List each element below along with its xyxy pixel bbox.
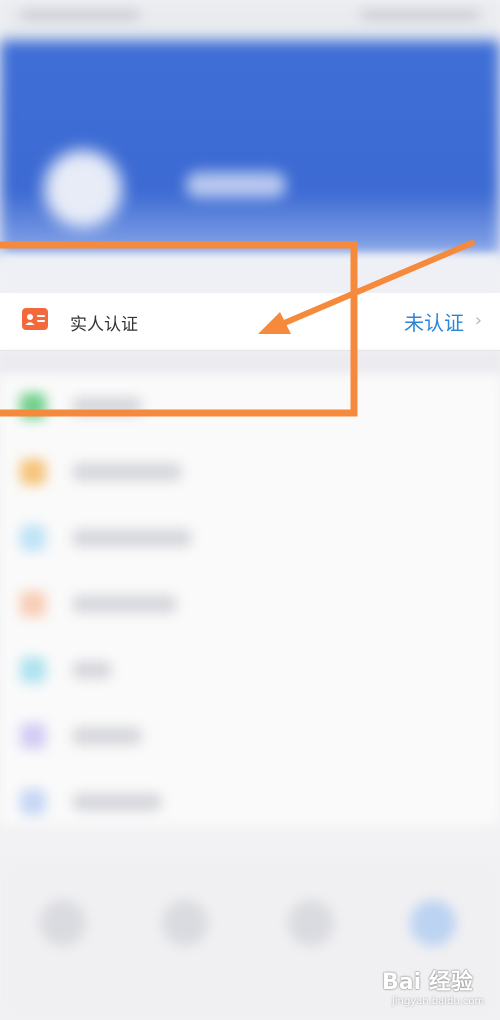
list-item[interactable]: [0, 573, 500, 635]
green-icon: [20, 393, 46, 419]
list-item[interactable]: [0, 771, 500, 833]
list-item[interactable]: [0, 639, 500, 701]
list-item-text: [72, 529, 192, 547]
nav-tab-2[interactable]: [162, 900, 208, 946]
list-item-text: [72, 397, 142, 415]
list-item-text: [72, 463, 182, 481]
light-blue-icon: [20, 525, 46, 551]
watermark: Bai 经验 jingyan.baidu.com: [382, 964, 492, 1014]
verification-row[interactable]: 实人认证 未认证 ›: [0, 293, 500, 351]
cyan-icon: [20, 657, 46, 683]
list-item-text: [72, 793, 162, 811]
nav-tab-1[interactable]: [40, 900, 86, 946]
list-item[interactable]: [0, 441, 500, 503]
list-item[interactable]: [0, 705, 500, 767]
verification-status: 未认证: [404, 311, 464, 335]
salmon-icon: [20, 591, 46, 617]
verification-label: 实人认证: [70, 315, 138, 335]
watermark-logo: Bai 经验: [382, 970, 473, 995]
watermark-url: jingyan.baidu.com: [392, 996, 485, 1007]
username: [186, 172, 286, 198]
status-bar-right: [360, 10, 480, 20]
status-bar-left: [20, 10, 140, 20]
list-item-text: [72, 727, 142, 745]
list-item-text: [72, 661, 112, 679]
avatar[interactable]: [44, 150, 122, 228]
purple-icon: [20, 723, 46, 749]
list-item[interactable]: [0, 375, 500, 437]
list-item-text: [72, 595, 177, 613]
nav-tab-3[interactable]: [288, 900, 334, 946]
section-divider: [0, 351, 500, 375]
status-bar: [0, 0, 500, 40]
list-item[interactable]: [0, 507, 500, 569]
id-card-icon: [22, 308, 48, 330]
nav-tab-4[interactable]: [410, 900, 456, 946]
header-gap: [0, 255, 500, 293]
blue-icon: [20, 789, 46, 815]
chevron-right-icon: ›: [474, 310, 482, 331]
orange-icon: [20, 459, 46, 485]
blurred-menu-list: [0, 375, 500, 825]
